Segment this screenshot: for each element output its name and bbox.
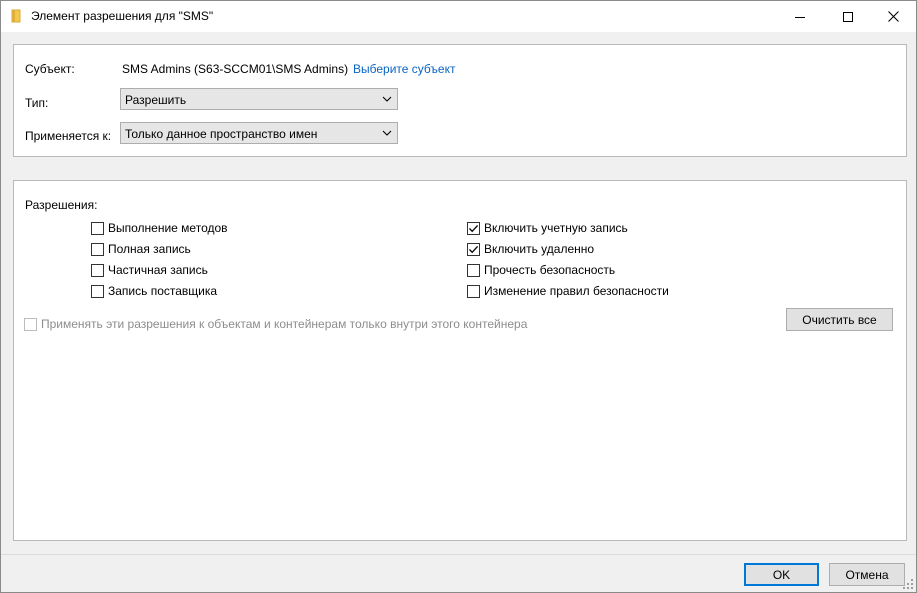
ok-button[interactable]: OK xyxy=(744,563,819,586)
subject-value: SMS Admins (S63-SCCM01\SMS Admins) xyxy=(122,62,349,76)
checkbox-label: Частичная запись xyxy=(108,263,208,277)
checkbox-label: Запись поставщика xyxy=(108,284,218,298)
permission-full-write[interactable]: Полная запись xyxy=(91,242,191,256)
subject-label: Субъект: xyxy=(25,62,75,76)
permission-remote-enable[interactable]: Включить удаленно xyxy=(467,242,594,256)
checkmark-icon xyxy=(469,245,479,253)
cancel-button[interactable]: Отмена xyxy=(829,563,905,586)
permission-execute-methods[interactable]: Выполнение методов xyxy=(91,221,228,235)
minimize-button[interactable] xyxy=(777,1,823,32)
checkbox[interactable] xyxy=(467,242,480,256)
chevron-down-icon xyxy=(382,96,392,102)
chevron-down-icon xyxy=(382,130,392,136)
window-title: Элемент разрешения для "SMS" xyxy=(31,9,214,23)
permission-read-security[interactable]: Прочесть безопасность xyxy=(467,263,615,277)
resize-grip-icon[interactable] xyxy=(902,578,914,590)
permissions-label: Разрешения: xyxy=(25,198,98,212)
checkbox[interactable] xyxy=(24,317,37,331)
type-selected-value: Разрешить xyxy=(125,93,187,107)
checkbox-label: Изменение правил безопасности xyxy=(484,284,669,298)
checkbox-label: Включить удаленно xyxy=(484,242,595,256)
permission-enable-account[interactable]: Включить учетную запись xyxy=(467,221,628,235)
permission-entry-dialog: Элемент разрешения для "SMS" Субъект: SM… xyxy=(0,0,917,593)
checkbox[interactable] xyxy=(91,263,104,277)
permission-provider-write[interactable]: Запись поставщика xyxy=(91,284,217,298)
checkbox[interactable] xyxy=(91,221,104,235)
apply-inside-container-option[interactable]: Применять эти разрешения к объектам и ко… xyxy=(24,317,527,331)
permission-partial-write[interactable]: Частичная запись xyxy=(91,263,208,277)
checkbox[interactable] xyxy=(91,284,104,298)
type-label: Тип: xyxy=(25,96,49,110)
checkbox[interactable] xyxy=(91,242,104,256)
applies-to-selected-value: Только данное пространство имен xyxy=(125,127,318,141)
clear-all-button[interactable]: Очистить все xyxy=(786,308,893,331)
checkbox-label: Выполнение методов xyxy=(108,221,228,235)
principal-panel: Субъект: SMS Admins (S63-SCCM01\SMS Admi… xyxy=(13,44,907,157)
title-bar: Элемент разрешения для "SMS" xyxy=(1,1,916,32)
select-subject-link[interactable]: Выберите субъект xyxy=(353,62,455,76)
checkbox[interactable] xyxy=(467,221,480,235)
checkbox[interactable] xyxy=(467,284,480,298)
close-button[interactable] xyxy=(870,1,916,32)
checkbox-label: Включить учетную запись xyxy=(484,221,628,235)
applies-to-label: Применяется к: xyxy=(25,129,112,143)
checkbox-label: Полная запись xyxy=(108,242,191,256)
maximize-button[interactable] xyxy=(825,1,871,32)
close-icon xyxy=(887,11,899,22)
checkbox-label: Прочесть безопасность xyxy=(484,263,616,277)
permissions-panel: Разрешения: Выполнение методов Полная за… xyxy=(13,180,907,541)
checkbox[interactable] xyxy=(467,263,480,277)
checkbox-label: Применять эти разрешения к объектам и ко… xyxy=(41,317,528,331)
maximize-icon xyxy=(843,11,853,22)
type-select[interactable]: Разрешить xyxy=(120,88,398,110)
folder-icon xyxy=(11,9,21,23)
minimize-icon xyxy=(795,16,805,18)
permission-edit-security[interactable]: Изменение правил безопасности xyxy=(467,284,669,298)
applies-to-select[interactable]: Только данное пространство имен xyxy=(120,122,398,144)
footer-divider xyxy=(1,554,916,555)
checkmark-icon xyxy=(469,224,479,232)
